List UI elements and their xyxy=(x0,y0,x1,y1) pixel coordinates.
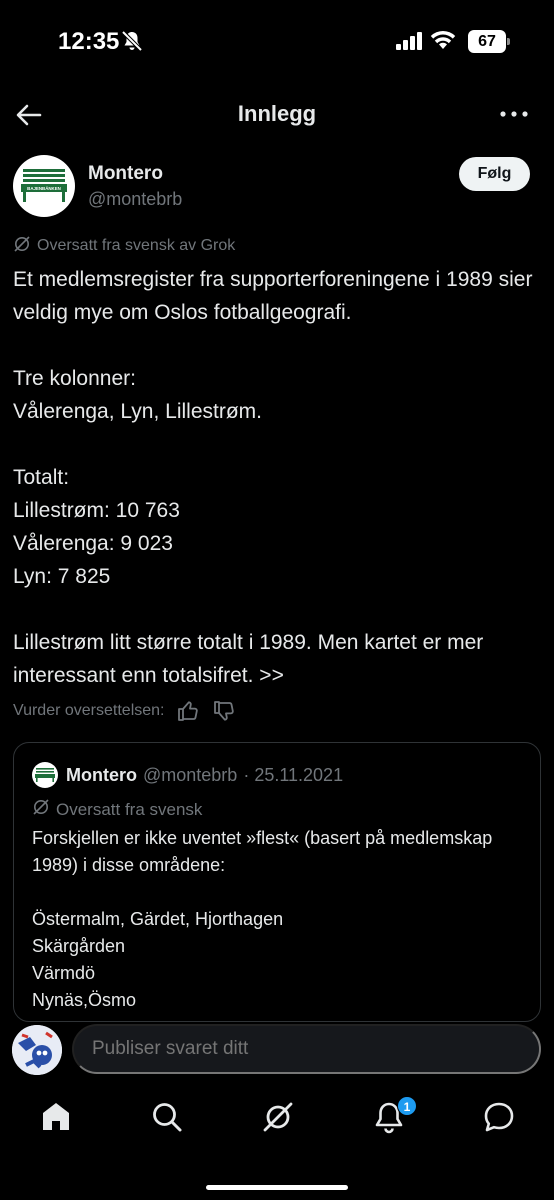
rate-translation: Vurder oversettelsen: xyxy=(13,698,236,724)
status-bar: 12:35 67 xyxy=(0,0,554,84)
avatar-logo-text: BAJENBÄNKEN xyxy=(27,186,61,191)
wifi-icon xyxy=(430,30,456,55)
reply-bar xyxy=(0,1022,554,1082)
quoted-post-header: Montero @montebrb · 25.11.2021 xyxy=(66,765,343,786)
quoted-author-name: Montero xyxy=(66,765,137,785)
post-paragraph: Tre kolonner: Vålerenga, Lyn, Lillestrøm… xyxy=(13,367,262,423)
messages-icon[interactable] xyxy=(481,1099,517,1135)
quoted-translation-note: Oversatt fra svensk xyxy=(32,798,202,821)
rate-translation-label: Vurder oversettelsen: xyxy=(13,702,165,719)
more-icon[interactable] xyxy=(498,104,530,124)
translation-note: Oversatt fra svensk av Grok xyxy=(13,235,236,258)
thumbs-up-icon[interactable] xyxy=(176,699,200,723)
translate-icon xyxy=(32,798,50,821)
home-indicator[interactable] xyxy=(206,1185,348,1190)
top-nav: Innlegg xyxy=(0,88,554,140)
quoted-author-avatar xyxy=(32,762,58,788)
search-icon[interactable] xyxy=(149,1099,185,1135)
reply-input[interactable] xyxy=(72,1024,541,1074)
post-body: Et medlemsregister fra supporterforening… xyxy=(13,263,541,725)
bottom-tab-bar xyxy=(0,1084,554,1200)
thumbs-down-icon[interactable] xyxy=(212,699,236,723)
signal-icon xyxy=(396,32,424,55)
translate-icon xyxy=(13,235,31,258)
quoted-post-body: Forskjellen er ikke uventet »flest« (bas… xyxy=(32,828,493,1010)
user-avatar[interactable] xyxy=(12,1025,62,1075)
post-paragraph: Et medlemsregister fra supporterforening… xyxy=(13,268,533,324)
battery-level: 67 xyxy=(478,33,496,50)
home-icon[interactable] xyxy=(38,1099,74,1135)
post-paragraph: Lillestrøm litt større totalt i 1989. Me… xyxy=(13,631,484,687)
translation-note-text: Oversatt fra svensk av Grok xyxy=(37,237,236,254)
post-paragraph: Totalt: Lillestrøm: 10 763 Vålerenga: 9 … xyxy=(13,466,180,588)
bell-muted-icon xyxy=(121,30,143,57)
status-time: 12:35 xyxy=(58,28,120,55)
grok-icon[interactable] xyxy=(260,1099,296,1135)
quoted-translation-note-text: Oversatt fra svensk xyxy=(56,799,203,819)
author-avatar[interactable]: BAJENBÄNKEN xyxy=(13,155,75,217)
follow-button[interactable]: Følg xyxy=(459,157,530,191)
quoted-post[interactable]: Montero @montebrb · 25.11.2021 Oversatt fr… xyxy=(13,742,541,1022)
notifications-badge: 1 xyxy=(397,1096,417,1116)
quoted-author-handle: @montebrb xyxy=(143,765,238,785)
battery-icon: 67 xyxy=(468,30,510,53)
page-title: Innlegg xyxy=(237,101,317,126)
author-name[interactable]: Montero xyxy=(88,163,163,185)
author-handle[interactable]: @montebrb xyxy=(88,189,182,210)
quoted-post-date: · 25.11.2021 xyxy=(243,765,344,785)
